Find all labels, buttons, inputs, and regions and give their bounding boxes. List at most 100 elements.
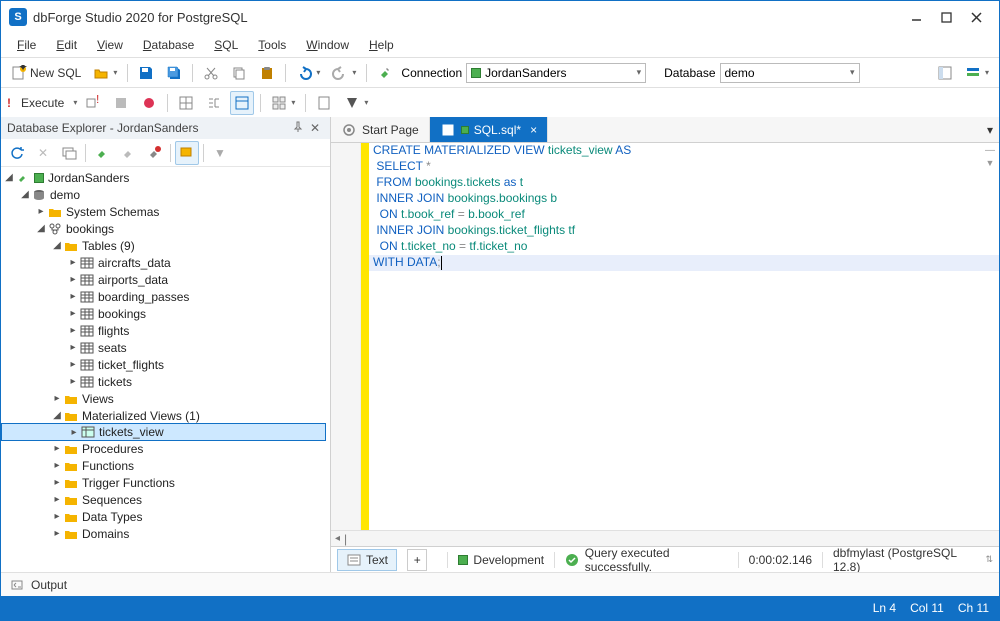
tree-functions-folder[interactable]: ▸Functions	[1, 457, 330, 474]
copy-icon	[231, 65, 247, 81]
tree-procedures-folder[interactable]: ▸Procedures	[1, 440, 330, 457]
explorer-tree[interactable]: ◢JordanSanders ◢demo ▸System Schemas ◢bo…	[1, 167, 330, 572]
menu-window[interactable]: Window	[298, 36, 357, 54]
tb-btn-2[interactable]	[202, 91, 226, 115]
table-icon	[79, 306, 95, 322]
table-icon	[79, 272, 95, 288]
menu-sql[interactable]: SQL	[206, 36, 246, 54]
save-all-button[interactable]	[162, 61, 186, 85]
tree-table-item[interactable]: ▸bookings	[1, 305, 330, 322]
refresh-button[interactable]	[5, 141, 29, 165]
cut-button[interactable]	[199, 61, 223, 85]
tb-btn-5[interactable]: ▾	[340, 91, 372, 115]
output-icon	[9, 577, 25, 593]
execute-dropdown[interactable]: ▾	[73, 98, 77, 107]
execute-button[interactable]: Execute	[17, 91, 68, 115]
tree-table-item[interactable]: ▸seats	[1, 339, 330, 356]
menu-help[interactable]: Help	[361, 36, 402, 54]
tree-matview-item-selected[interactable]: ▸tickets_view	[1, 423, 326, 441]
tb-btn-3[interactable]: ▾	[267, 91, 299, 115]
new-window-button[interactable]	[57, 141, 81, 165]
close-button[interactable]	[961, 5, 991, 29]
tree-table-item[interactable]: ▸boarding_passes	[1, 288, 330, 305]
folder-open-icon	[93, 65, 109, 81]
tab-menu-button[interactable]: ▾	[981, 117, 999, 142]
stop-button[interactable]	[109, 91, 133, 115]
delete-button[interactable]: ✕	[31, 141, 55, 165]
app-logo-icon: S	[9, 8, 27, 26]
tb-btn-4[interactable]	[312, 91, 336, 115]
plug-icon	[377, 65, 393, 81]
pin-icon[interactable]	[292, 121, 306, 135]
add-view-button[interactable]: +	[407, 549, 427, 571]
editor-statusbar: Text + Development Query executed succes…	[331, 546, 999, 572]
tree-tables-folder[interactable]: ◢Tables (9)	[1, 237, 330, 254]
tree-trigfunctions-folder[interactable]: ▸Trigger Functions	[1, 474, 330, 491]
menu-database[interactable]: Database	[135, 36, 202, 54]
menu-tools[interactable]: Tools	[250, 36, 294, 54]
folders-icon	[179, 145, 195, 161]
tree-system-schemas[interactable]: ▸System Schemas	[1, 203, 330, 220]
database-combo[interactable]: demo ▾	[720, 63, 860, 83]
tab-start-page[interactable]: Start Page	[331, 117, 430, 142]
tree-connection[interactable]: ◢JordanSanders	[1, 169, 330, 186]
connect-button[interactable]	[90, 141, 114, 165]
menu-file[interactable]: File	[9, 36, 44, 54]
tab-sql-file[interactable]: SQL.sql* ×	[430, 117, 548, 142]
tree-matviews-folder[interactable]: ◢Materialized Views (1)	[1, 407, 330, 424]
sql-editor[interactable]: CREATE MATERIALIZED VIEW tickets_view AS…	[331, 143, 999, 530]
paste-button[interactable]	[255, 61, 279, 85]
menu-view[interactable]: View	[89, 36, 131, 54]
close-panel-icon[interactable]: ✕	[310, 121, 324, 135]
database-explorer-panel: Database Explorer - JordanSanders ✕ ✕ ▼ …	[1, 117, 331, 572]
statusbar: Ln 4 Col 11 Ch 11	[1, 596, 999, 620]
tree-views-folder[interactable]: ▸Views	[1, 390, 330, 407]
copy-button[interactable]	[227, 61, 251, 85]
tree-table-item[interactable]: ▸aircrafts_data	[1, 254, 330, 271]
debug-button[interactable]	[137, 91, 161, 115]
close-tab-icon[interactable]: ×	[530, 123, 537, 137]
tb-btn-active[interactable]	[230, 91, 254, 115]
text-mode-button[interactable]: Text	[337, 549, 397, 571]
overflow-icon[interactable]: ⇅	[985, 554, 993, 565]
connection-combo[interactable]: JordanSanders ▾	[466, 63, 646, 83]
connection-icon-button[interactable]	[373, 61, 397, 85]
tree-database[interactable]: ◢demo	[1, 186, 330, 203]
tree-table-item[interactable]: ▸ticket_flights	[1, 356, 330, 373]
redo-button[interactable]: ▾	[328, 61, 360, 85]
tree-schema-bookings[interactable]: ◢bookings	[1, 220, 330, 237]
tree-table-item[interactable]: ▸tickets	[1, 373, 330, 390]
save-button[interactable]	[134, 61, 158, 85]
editor-content[interactable]: CREATE MATERIALIZED VIEW tickets_view AS…	[369, 143, 999, 530]
output-panel-tab[interactable]: Output	[1, 572, 999, 596]
table-icon	[79, 289, 95, 305]
editor-hscrollbar[interactable]: ◂ |	[331, 530, 999, 546]
execute-current-button[interactable]: !	[81, 91, 105, 115]
tree-domains-folder[interactable]: ▸Domains	[1, 525, 330, 542]
elapsed-time: 0:00:02.146	[749, 553, 812, 567]
undo-button[interactable]: ▾	[292, 61, 324, 85]
filter-button[interactable]: ▼	[208, 141, 232, 165]
layout-icon	[937, 65, 953, 81]
table-icon	[79, 357, 95, 373]
toolbar-view2-button[interactable]: ▾	[961, 61, 993, 85]
status-icon	[34, 173, 44, 183]
new-sql-button[interactable]: ✦ New SQL	[7, 61, 85, 85]
tree-table-item[interactable]: ▸flights	[1, 322, 330, 339]
show-all-button[interactable]	[175, 141, 199, 165]
open-button[interactable]: ▾	[89, 61, 121, 85]
minimize-button[interactable]	[901, 5, 931, 29]
text-mode-icon	[346, 552, 362, 568]
tree-table-item[interactable]: ▸airports_data	[1, 271, 330, 288]
disconnect-button[interactable]	[116, 141, 140, 165]
scissors-icon	[203, 65, 219, 81]
dis-all-button[interactable]	[142, 141, 166, 165]
format-icon	[344, 95, 360, 111]
toolbar-view1-button[interactable]	[933, 61, 957, 85]
maximize-button[interactable]	[931, 5, 961, 29]
tb-btn-1[interactable]	[174, 91, 198, 115]
explorer-header: Database Explorer - JordanSanders ✕	[1, 117, 330, 139]
menu-edit[interactable]: Edit	[48, 36, 85, 54]
tree-datatypes-folder[interactable]: ▸Data Types	[1, 508, 330, 525]
tree-sequences-folder[interactable]: ▸Sequences	[1, 491, 330, 508]
